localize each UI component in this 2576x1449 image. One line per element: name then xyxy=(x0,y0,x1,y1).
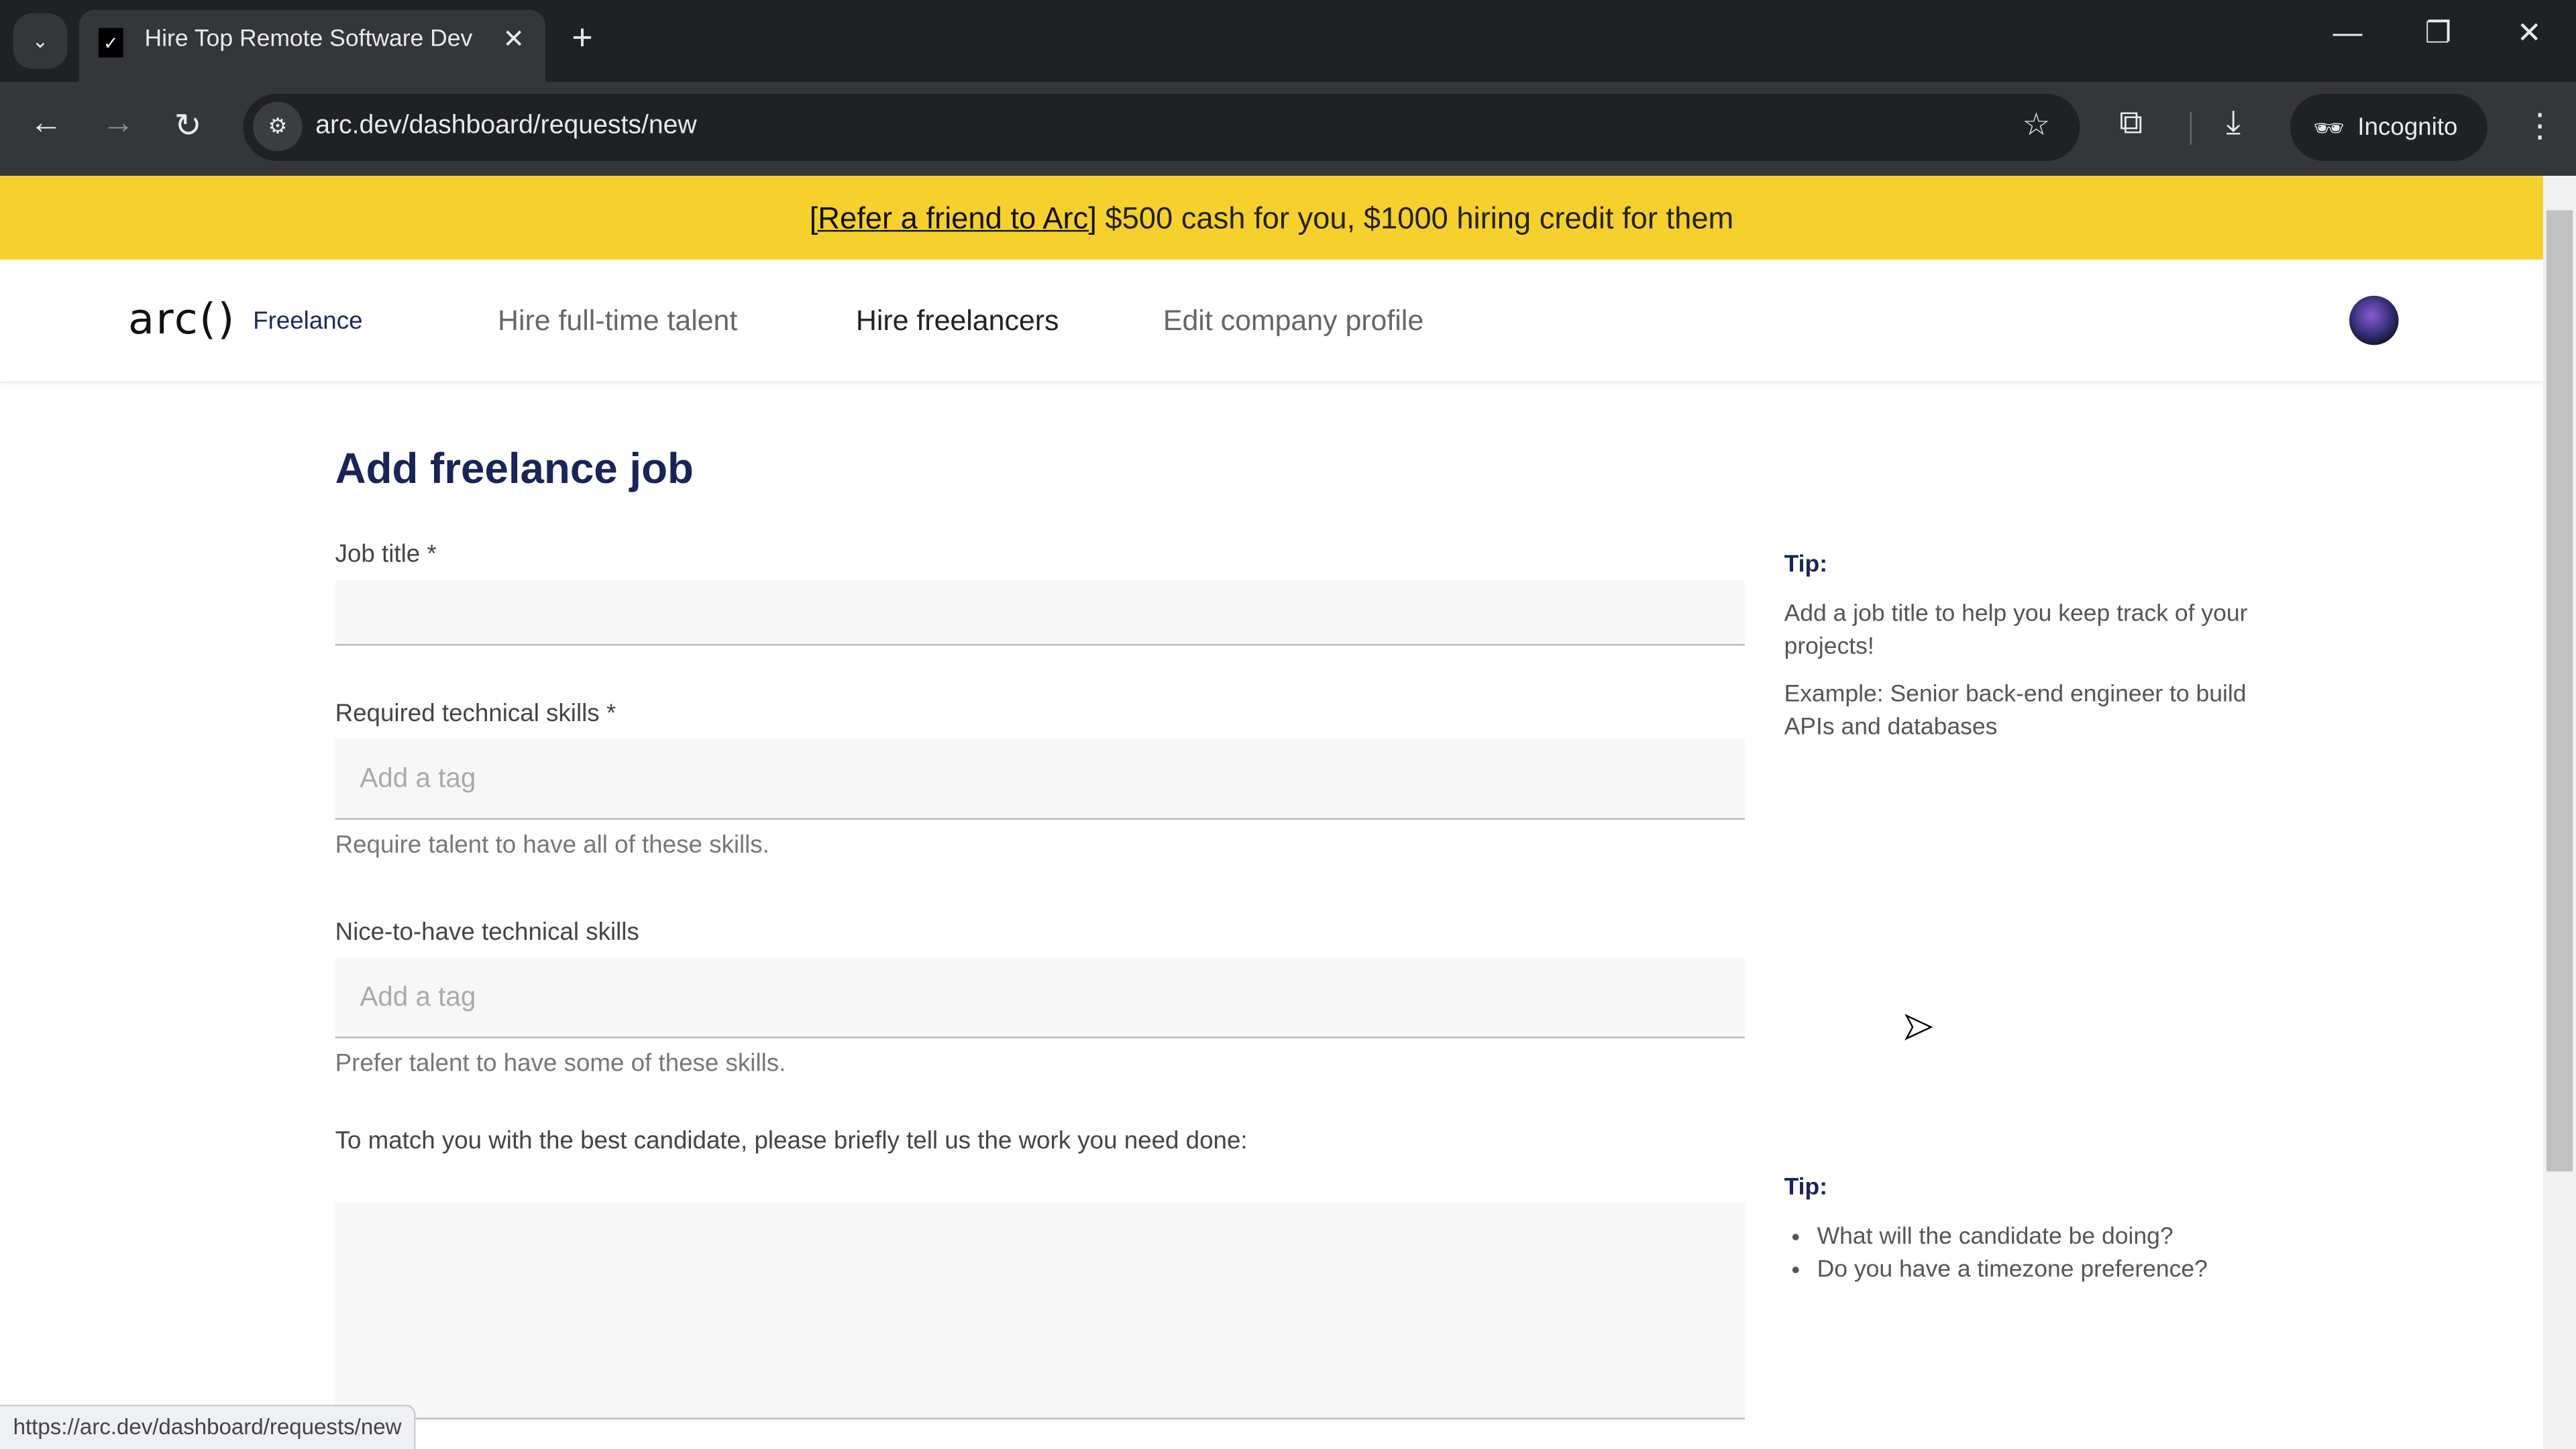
description-textarea[interactable] xyxy=(335,1202,1745,1419)
site-settings-icon[interactable]: ⚙ xyxy=(253,101,303,152)
job-title-input[interactable] xyxy=(335,580,1745,646)
tip-text: Add a job title to help you keep track o… xyxy=(1784,601,2248,661)
bookmark-star-icon[interactable]: ☆ xyxy=(2023,107,2051,144)
new-tab-icon[interactable]: + xyxy=(572,16,592,59)
referral-banner: [Refer a friend to Arc] $500 cash for yo… xyxy=(0,176,2544,260)
address-bar[interactable]: ⚙ arc.dev/dashboard/requests/new ☆ xyxy=(243,93,2080,162)
logo-subtitle: Freelance xyxy=(253,307,363,335)
divider xyxy=(2190,111,2192,145)
nice-skills-help: Prefer talent to have some of these skil… xyxy=(335,1049,786,1078)
back-icon[interactable]: ← xyxy=(30,105,62,143)
tip-heading: Tip: xyxy=(1784,551,1828,579)
arc-favicon-icon: ✓ xyxy=(98,28,123,58)
tab-close-icon[interactable]: ✕ xyxy=(502,23,525,56)
site-header: arc() Freelance Hire full-time talent Hi… xyxy=(0,260,2544,383)
nav-edit-company-profile[interactable]: Edit company profile xyxy=(1163,304,1424,338)
extensions-icon[interactable]: ⧉ xyxy=(2119,105,2143,143)
restore-icon[interactable]: ❐ xyxy=(2425,16,2452,50)
tab-title: Hire Top Remote Software Dev xyxy=(144,26,473,53)
incognito-button[interactable]: 🕶 Incognito xyxy=(2290,93,2487,162)
refer-friend-link[interactable]: [Refer a friend to Arc] xyxy=(810,201,1097,235)
minimize-icon[interactable]: — xyxy=(2333,16,2363,50)
url-text[interactable]: arc.dev/dashboard/requests/new xyxy=(315,112,697,142)
window-close-icon[interactable]: ✕ xyxy=(2517,16,2542,50)
browser-tab[interactable]: ✓ Hire Top Remote Software Dev ✕ xyxy=(78,9,546,83)
nav-hire-freelancers[interactable]: Hire freelancers xyxy=(856,304,1059,338)
tab-strip: ⌄ ✓ Hire Top Remote Software Dev ✕ + — ❐… xyxy=(0,0,2576,83)
required-skills-input[interactable]: Add a tag xyxy=(335,739,1745,820)
scrollbar-thumb[interactable] xyxy=(2546,210,2573,1172)
banner-text: $500 cash for you, $1000 hiring credit f… xyxy=(1096,200,1734,235)
reload-icon[interactable]: ↻ xyxy=(174,105,202,146)
required-skills-help: Require talent to have all of these skil… xyxy=(335,831,769,859)
job-title-label: Job title * xyxy=(335,540,437,569)
description-label: To match you with the best candidate, pl… xyxy=(335,1127,1248,1155)
placeholder: Add a tag xyxy=(360,982,476,1012)
tip-description: Tip: What will the candidate be doing? D… xyxy=(1784,1171,2261,1286)
tip-bullet: Do you have a timezone preference? xyxy=(1817,1254,2261,1287)
browser-toolbar: ← → ↻ ⚙ arc.dev/dashboard/requests/new ☆… xyxy=(0,82,2576,176)
tab-search-dropdown-icon[interactable]: ⌄ xyxy=(13,13,68,69)
arc-logo[interactable]: arc() xyxy=(128,296,236,345)
nice-skills-label: Nice-to-have technical skills xyxy=(335,918,639,947)
placeholder: Add a tag xyxy=(360,763,476,794)
status-bar-url: https://arc.dev/dashboard/requests/new xyxy=(0,1404,417,1449)
nav-hire-full-time[interactable]: Hire full-time talent xyxy=(498,304,737,338)
menu-kebab-icon[interactable]: ⋮ xyxy=(2524,105,2557,146)
forward-icon[interactable]: → xyxy=(102,105,135,143)
avatar[interactable] xyxy=(2349,295,2399,345)
download-icon[interactable]: ⤓ xyxy=(2226,105,2241,143)
nice-skills-input[interactable]: Add a tag xyxy=(335,957,1745,1038)
incognito-label: Incognito xyxy=(2357,113,2458,142)
tip-job-title: Tip: Add a job title to help you keep tr… xyxy=(1784,549,2261,744)
tip-bullet: What will the candidate be doing? xyxy=(1817,1221,2261,1254)
required-skills-label: Required technical skills * xyxy=(335,700,616,728)
page-title: Add freelance job xyxy=(335,443,694,493)
tip-heading: Tip: xyxy=(1784,1175,1828,1201)
incognito-icon: 🕶 xyxy=(2313,114,2345,142)
tip-text: Example: Senior back-end engineer to bui… xyxy=(1784,682,2247,741)
mouse-cursor-icon: ➤ xyxy=(1902,1005,1934,1048)
